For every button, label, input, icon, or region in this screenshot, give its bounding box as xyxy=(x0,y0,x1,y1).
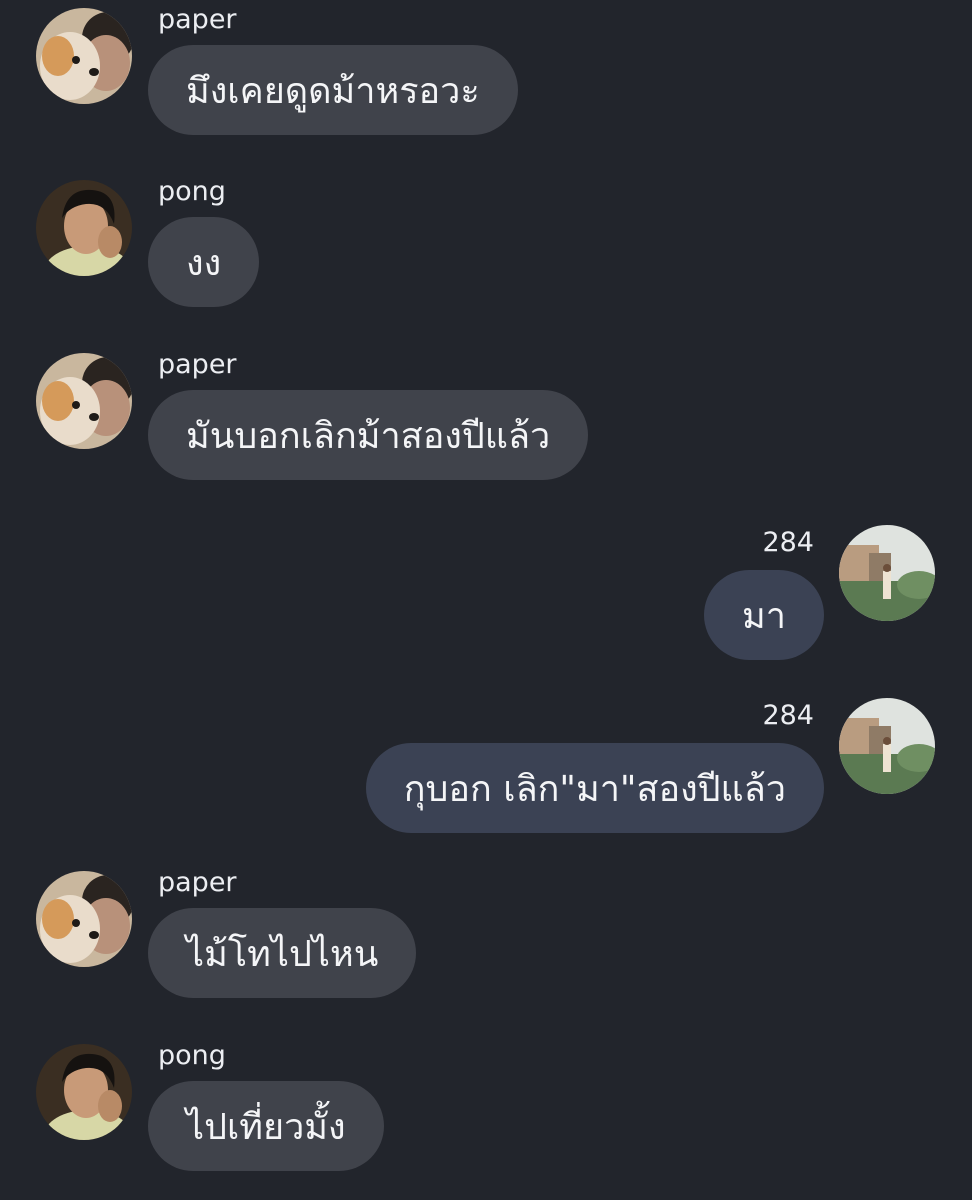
sender-name: paper xyxy=(158,867,237,898)
sender-name: 284 xyxy=(762,527,814,558)
sender-name: 284 xyxy=(762,700,814,731)
message-bubble[interactable]: ไปเที่ยวมั้ง xyxy=(148,1081,384,1171)
dog-and-person-avatar-icon xyxy=(36,8,132,104)
dog-and-person-avatar-icon xyxy=(36,353,132,449)
message-bubble[interactable]: มา xyxy=(704,570,824,660)
message-row: 284 กุบอก เลิก"มา"สองปีแล้ว xyxy=(0,698,972,848)
message-row: paper มึงเคยดูดม้าหรอวะ xyxy=(0,0,972,150)
outdoor-scene-avatar-icon xyxy=(839,698,935,794)
dog-and-person-avatar-icon xyxy=(36,871,132,967)
avatar-paper[interactable] xyxy=(36,871,132,967)
sender-name: pong xyxy=(158,176,226,207)
message-bubble[interactable]: ไม้โทไปไหน xyxy=(148,908,417,998)
message-row: paper ไม้โทไปไหน xyxy=(0,863,972,1013)
message-bubble[interactable]: งง xyxy=(148,217,260,307)
avatar-paper[interactable] xyxy=(36,8,132,104)
message-bubble[interactable]: กุบอก เลิก"มา"สองปีแล้ว xyxy=(365,743,824,833)
person-portrait-avatar-icon xyxy=(36,180,132,276)
message-bubble[interactable]: มึงเคยดูดม้าหรอวะ xyxy=(148,45,518,135)
chat-thread[interactable]: paper มึงเคยดูดม้าหรอวะ pong งง paper มั… xyxy=(0,0,972,1200)
outdoor-scene-avatar-icon xyxy=(839,525,935,621)
person-portrait-avatar-icon xyxy=(36,1044,132,1140)
avatar-pong[interactable] xyxy=(36,1044,132,1140)
sender-name: paper xyxy=(158,349,237,380)
message-row: paper มันบอกเลิกม้าสองปีแล้ว xyxy=(0,345,972,495)
sender-name: paper xyxy=(158,4,237,35)
avatar-paper[interactable] xyxy=(36,353,132,449)
message-row: 284 มา xyxy=(0,525,972,675)
avatar-284[interactable] xyxy=(839,698,935,794)
message-bubble[interactable]: มันบอกเลิกม้าสองปีแล้ว xyxy=(148,390,589,480)
message-row: pong งง xyxy=(0,172,972,322)
sender-name: pong xyxy=(158,1040,226,1071)
avatar-pong[interactable] xyxy=(36,180,132,276)
message-row: pong ไปเที่ยวมั้ง xyxy=(0,1036,972,1186)
avatar-284[interactable] xyxy=(839,525,935,621)
